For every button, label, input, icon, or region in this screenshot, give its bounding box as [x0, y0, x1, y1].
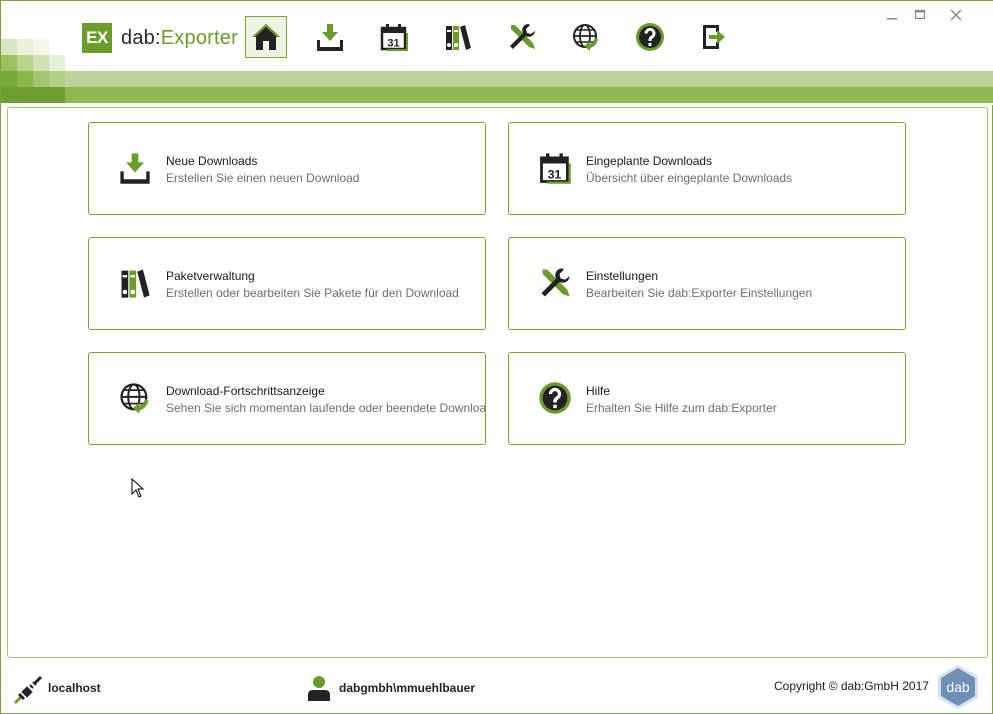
- toolbar-exit-button[interactable]: [693, 16, 735, 58]
- globe-icon: [573, 24, 598, 51]
- download-icon: [120, 153, 150, 184]
- header: EX dab:Exporter 31: [1, 1, 993, 105]
- user-icon: [308, 676, 330, 701]
- tile-settings[interactable]: Einstellungen Bearbeiten Sie dab:Exporte…: [508, 237, 906, 330]
- tile-description: Erstellen oder bearbeiten Sie Pakete für…: [166, 286, 459, 300]
- mouse-cursor-icon: [131, 478, 145, 498]
- toolbar-help-button[interactable]: [629, 16, 671, 58]
- maximize-icon[interactable]: [913, 9, 927, 21]
- binders-icon: [446, 25, 471, 50]
- app-window: EX dab:Exporter 31 Neue Downloads Erstel…: [0, 0, 993, 714]
- toolbar-download-button[interactable]: [309, 16, 351, 58]
- header-mosaic-bottom: [1, 87, 65, 103]
- exit-icon: [703, 25, 725, 49]
- company-logo: dab: [938, 665, 978, 709]
- header-stripe-dark: [1, 87, 993, 103]
- tile-title: Eingeplante Downloads: [586, 154, 713, 168]
- close-icon[interactable]: [949, 9, 963, 21]
- tile-package-management[interactable]: Paketverwaltung Erstellen oder bearbeite…: [88, 237, 486, 330]
- copyright-text: Copyright © dab:GmbH 2017: [774, 679, 929, 693]
- tile-title: Einstellungen: [586, 269, 659, 283]
- tile-download-progress[interactable]: Download-Fortschrittsanzeige Sehen Sie s…: [88, 352, 486, 445]
- logo-name: dab: [121, 26, 155, 49]
- home-icon: [252, 24, 280, 50]
- tile-new-downloads[interactable]: Neue Downloads Erstellen Sie einen neuen…: [88, 122, 486, 215]
- status-bar: localhost dabgmbh\mmuehlbauer Copyright …: [1, 661, 993, 714]
- calendar-icon: 31: [540, 153, 571, 184]
- tile-title: Neue Downloads: [166, 154, 258, 168]
- calendar-icon: 31: [380, 24, 408, 51]
- calendar-day-text: 31: [387, 38, 399, 50]
- tile-description: Sehen Sie sich momentan laufende oder be…: [166, 401, 486, 415]
- header-stripe-light: [65, 71, 993, 87]
- toolbar-packages-button[interactable]: [437, 16, 479, 58]
- binders-icon: [121, 269, 150, 298]
- logo-product: Exporter: [160, 26, 238, 49]
- globe-icon: [120, 383, 149, 414]
- calendar-day-text: 31: [548, 168, 562, 182]
- tile-scheduled-downloads[interactable]: 31 Eingeplante Downloads Übersicht über …: [508, 122, 906, 215]
- tile-title: Hilfe: [586, 384, 611, 398]
- main-content: Neue Downloads Erstellen Sie einen neuen…: [7, 107, 988, 658]
- help-icon: [539, 382, 571, 414]
- tile-description: Erhalten Sie Hilfe zum dab:Exporter: [586, 401, 777, 415]
- logo-badge: EX: [82, 23, 112, 53]
- help-icon: [636, 23, 664, 51]
- tools-icon: [510, 24, 535, 49]
- minimize-icon[interactable]: [885, 9, 899, 21]
- logo-text: dab:Exporter: [121, 27, 238, 50]
- tile-description: Erstellen Sie einen neuen Download: [166, 171, 360, 185]
- tile-description: Bearbeiten Sie dab:Exporter Einstellunge…: [586, 286, 813, 300]
- toolbar-home-button[interactable]: [245, 16, 287, 58]
- plug-icon: [13, 675, 43, 705]
- tile-description: Übersicht über eingeplante Downloads: [586, 171, 793, 185]
- toolbar-progress-button[interactable]: [565, 16, 607, 58]
- tools-icon: [541, 268, 570, 297]
- user-name: dabgmbh\mmuehlbauer: [339, 681, 476, 695]
- tile-title: Download-Fortschrittsanzeige: [166, 384, 325, 398]
- server-name: localhost: [48, 681, 101, 695]
- app-logo: EX dab:Exporter: [82, 22, 238, 54]
- tile-title: Paketverwaltung: [166, 269, 255, 283]
- download-icon: [317, 24, 343, 51]
- toolbar-settings-button[interactable]: [501, 16, 543, 58]
- toolbar-calendar-button[interactable]: 31: [373, 16, 415, 58]
- tile-help[interactable]: Hilfe Erhalten Sie Hilfe zum dab:Exporte…: [508, 352, 906, 445]
- footer-logo-text: dab: [946, 679, 970, 695]
